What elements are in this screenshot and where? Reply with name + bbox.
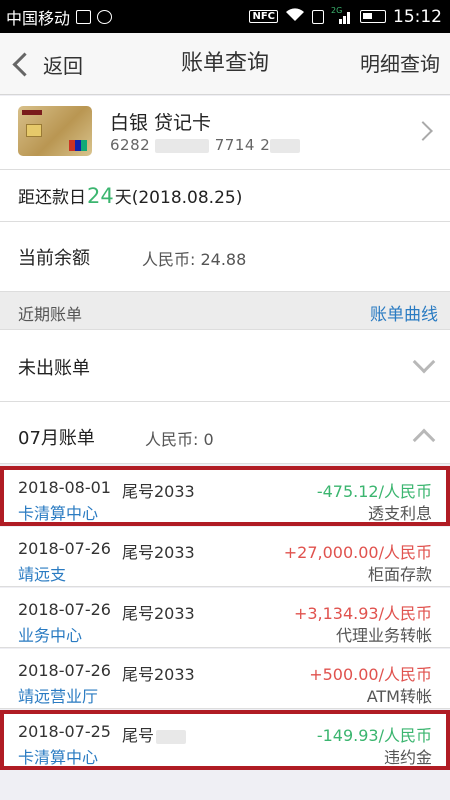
battery-icon (360, 10, 386, 23)
chevron-right-icon (413, 121, 433, 141)
masked-digits (155, 138, 210, 153)
transaction-card-tail: 尾号2033 (122, 665, 195, 684)
transaction-card-tail: 尾号2033 (122, 604, 195, 623)
gallery-notification-icon (76, 9, 92, 24)
back-label: 返回 (43, 53, 83, 78)
wifi-icon (285, 7, 305, 26)
due-date-row: 距还款日 24 天(2018.08.25) (0, 170, 450, 222)
clock: 15:12 (393, 6, 442, 27)
transaction-card-tail: 尾号2033 (122, 482, 195, 501)
chevron-up-icon (412, 428, 436, 452)
month-label: 07月账单 (18, 428, 95, 449)
month-bill-row[interactable]: 07月账单 人民币: 0 (0, 402, 450, 464)
card-number: 6282 7714 2 (110, 136, 301, 154)
unbilled-row[interactable]: 未出账单 (0, 330, 450, 402)
transaction-type: 透支利息 (367, 504, 432, 523)
transaction-row[interactable]: 2018-08-01 尾号2033 卡清算中心 -475.12/人民币 透支利息 (0, 466, 450, 526)
month-value: 人民币: 0 (145, 430, 214, 449)
nfc-icon: NFC (249, 10, 278, 23)
transaction-row[interactable]: 2018-07-26 尾号2033 业务中心 +3,134.93/人民币 代理业… (0, 588, 450, 648)
transaction-row[interactable]: 2018-07-25 尾号 卡清算中心 -149.93/人民币 违约金 (0, 710, 450, 770)
bank-card-image (18, 106, 92, 156)
smiley-notification-icon (97, 9, 113, 24)
chevron-down-icon (412, 350, 436, 374)
transaction-merchant: 卡清算中心 (18, 504, 99, 523)
unbilled-label: 未出账单 (18, 358, 90, 379)
transaction-date: 2018-07-26 (18, 661, 111, 680)
back-button[interactable]: 返回 (8, 33, 83, 95)
transaction-merchant: 业务中心 (18, 626, 83, 645)
transaction-amount: -149.93/人民币 (316, 726, 432, 745)
transaction-date: 2018-07-26 (18, 600, 111, 619)
transaction-type: 违约金 (383, 748, 432, 767)
transaction-merchant: 靖远支 (18, 565, 67, 584)
due-days: 24 (87, 183, 114, 208)
transaction-list: 2018-08-01 尾号2033 卡清算中心 -475.12/人民币 透支利息… (0, 466, 450, 771)
transaction-merchant: 卡清算中心 (18, 748, 99, 767)
masked-digits (270, 138, 301, 153)
balance-value: 人民币: 24.88 (142, 250, 247, 269)
detail-query-button[interactable]: 明细查询 (360, 33, 440, 95)
nav-bar: 返回 账单查询 明细查询 (0, 33, 450, 95)
transaction-row[interactable]: 2018-07-26 尾号2033 靖远营业厅 +500.00/人民币 ATM转… (0, 649, 450, 709)
card-selector[interactable]: 白银 贷记卡 6282 7714 2 (0, 96, 450, 170)
transaction-amount: +27,000.00/人民币 (283, 543, 432, 562)
transaction-amount: -475.12/人民币 (316, 482, 432, 501)
bill-curve-link[interactable]: 账单曲线 (370, 300, 438, 325)
transaction-merchant: 靖远营业厅 (18, 687, 99, 706)
transaction-type: 柜面存款 (367, 565, 432, 584)
due-suffix: 天(2018.08.25) (114, 188, 243, 208)
transaction-amount: +500.00/人民币 (309, 665, 432, 684)
balance-label: 当前余额 (18, 248, 90, 269)
transaction-date: 2018-07-25 (18, 722, 111, 741)
transaction-card-tail: 尾号 (122, 722, 187, 746)
transaction-amount: +3,134.93/人民币 (293, 604, 432, 623)
transaction-date: 2018-08-01 (18, 478, 111, 497)
status-bar: 中国移动 NFC 2G 15:12 (0, 0, 450, 33)
transaction-card-tail: 尾号2033 (122, 543, 195, 562)
due-prefix: 距还款日 (18, 188, 86, 208)
chevron-left-icon (12, 51, 37, 77)
transaction-row[interactable]: 2018-07-26 尾号2033 靖远支 +27,000.00/人民币 柜面存… (0, 527, 450, 587)
recent-bills-label: 近期账单 (18, 305, 83, 324)
signal-icon: 2G (331, 6, 353, 25)
recent-bills-header: 近期账单 账单曲线 (0, 292, 450, 330)
transaction-type: ATM转帐 (366, 687, 432, 706)
card-name: 白银 贷记卡 (110, 112, 212, 134)
carrier-label: 中国移动 (6, 8, 71, 28)
masked-digits (156, 729, 187, 744)
vibrate-icon (312, 9, 324, 24)
balance-row: 当前余额 人民币: 24.88 (0, 222, 450, 292)
transaction-type: 代理业务转帐 (335, 626, 432, 645)
transaction-date: 2018-07-26 (18, 539, 111, 558)
